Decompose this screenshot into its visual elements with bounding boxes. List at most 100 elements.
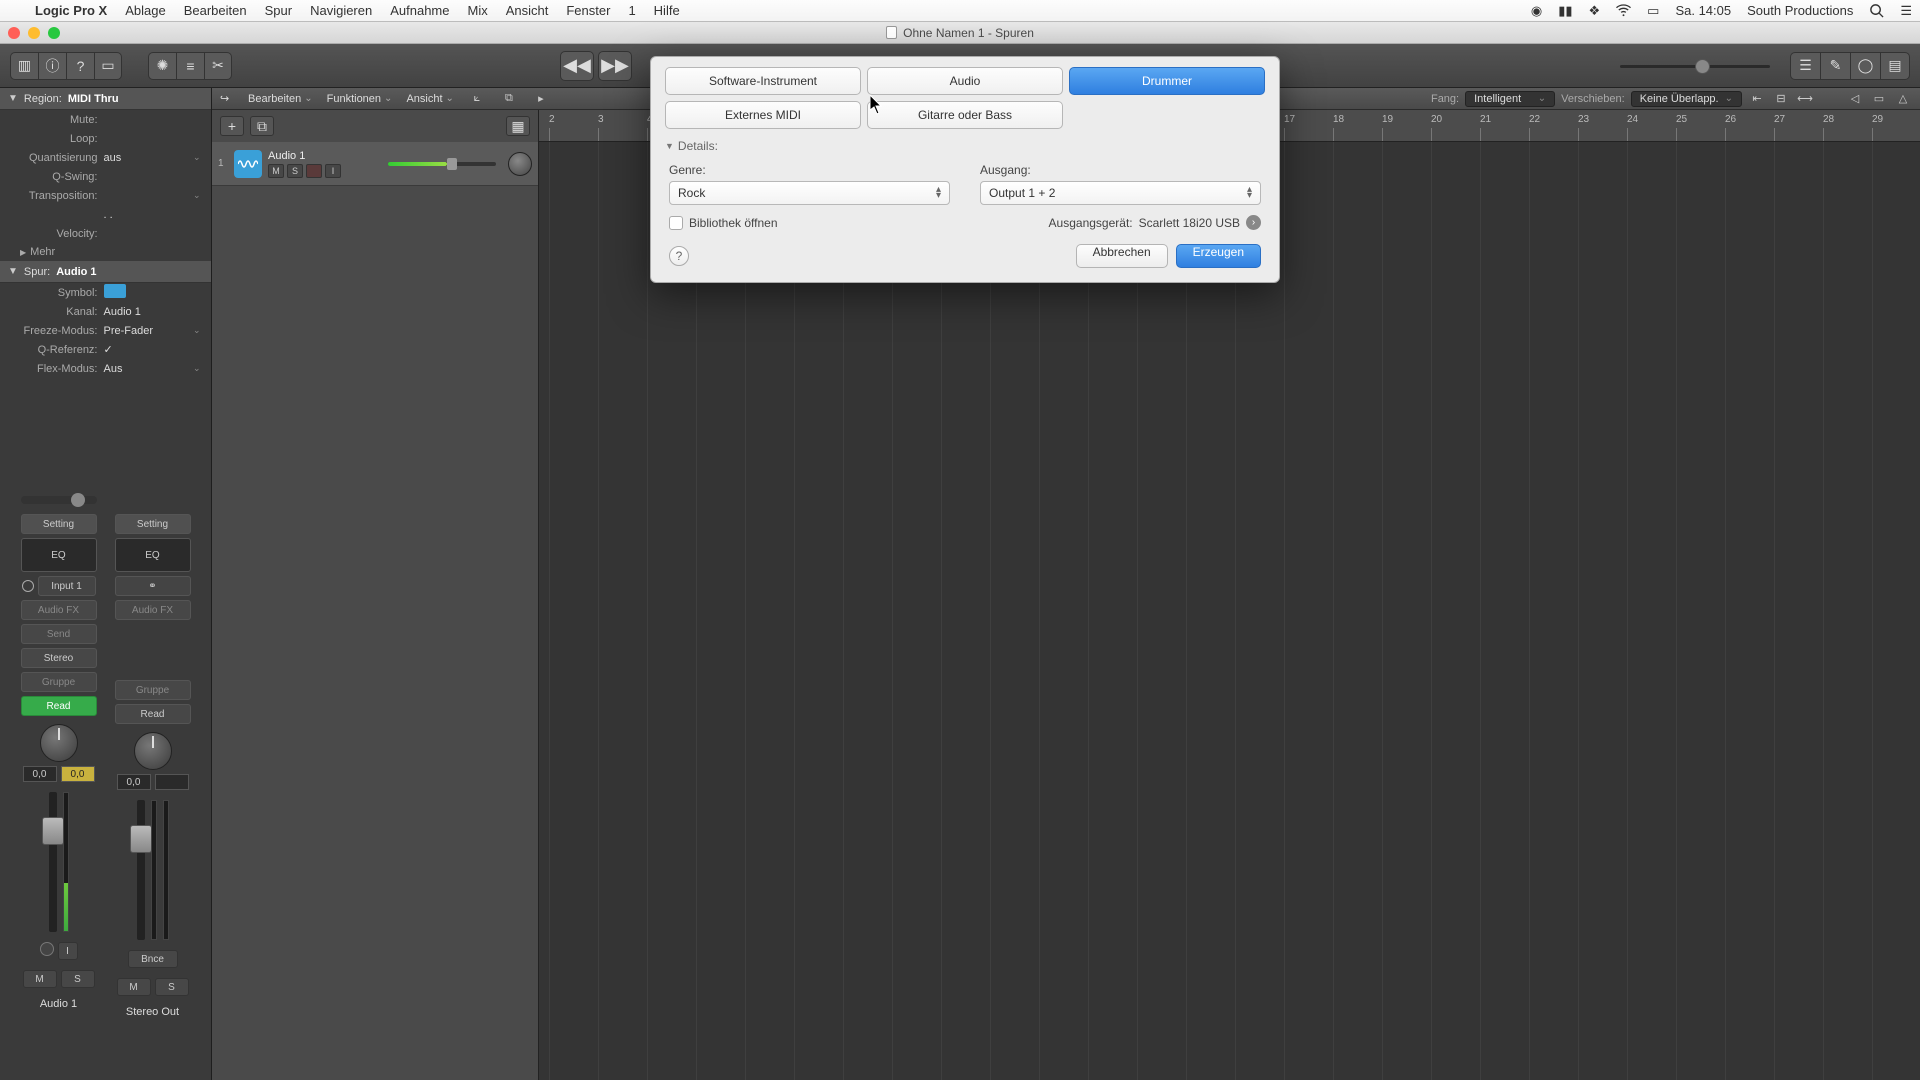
solo-button[interactable]: S [61, 970, 95, 988]
duplicate-track-button[interactable]: ⧉ [250, 116, 274, 136]
balance-knob[interactable] [134, 732, 172, 770]
output-select[interactable]: Output 1 + 2▴▾ [980, 181, 1261, 205]
menu-fenster[interactable]: Fenster [557, 3, 619, 18]
tool-2-icon[interactable]: ⊟ [1772, 90, 1790, 108]
track-input-mon[interactable]: I [325, 164, 341, 178]
send-slot[interactable]: Send [21, 624, 97, 644]
gain-slider[interactable] [21, 496, 97, 504]
create-button[interactable]: Erzeugen [1176, 244, 1261, 268]
menu-hilfe[interactable]: Hilfe [645, 3, 689, 18]
param-qref[interactable]: Q-Referenz:✓ [0, 340, 211, 359]
input-slot[interactable]: Input 1 [22, 576, 96, 596]
library-button[interactable]: ▥ [10, 52, 38, 80]
drag-mode-select[interactable]: Keine Überlapp. [1631, 91, 1742, 107]
status-wifi-icon[interactable] [1608, 3, 1639, 18]
track-volume-slider[interactable] [388, 162, 496, 166]
param-more[interactable]: Mehr [0, 243, 211, 261]
add-track-button[interactable]: + [220, 116, 244, 136]
input-monitor[interactable]: I [58, 942, 78, 960]
rewind-button[interactable]: ◀◀ [560, 51, 594, 81]
status-clock[interactable]: Sa. 14:05 [1667, 3, 1739, 18]
tab-drummer[interactable]: Drummer [1069, 67, 1265, 95]
forward-button[interactable]: ▶▶ [598, 51, 632, 81]
track-row-1[interactable]: 1 Audio 1 M S I [212, 142, 538, 186]
menu-navigieren[interactable]: Navigieren [301, 3, 381, 18]
track-name[interactable]: Audio 1 [268, 150, 376, 162]
output-slot[interactable]: Stereo [21, 648, 97, 668]
track-record[interactable] [306, 164, 322, 178]
status-dropbox-icon[interactable]: ❖ [1581, 3, 1609, 19]
app-name[interactable]: Logic Pro X [26, 3, 116, 18]
genre-select[interactable]: Rock▴▾ [669, 181, 950, 205]
loops-button[interactable]: ◯ [1850, 52, 1880, 80]
edit-menu[interactable]: Bearbeiten [248, 93, 313, 105]
menu-ablage[interactable]: Ablage [116, 3, 174, 18]
status-recording-icon[interactable]: ◉ [1523, 3, 1550, 19]
smart-controls-button[interactable]: ✺ [148, 52, 176, 80]
param-loop[interactable]: Loop: [0, 129, 211, 148]
region-header[interactable]: ▼ Region: MIDI Thru [0, 88, 211, 110]
view-menu[interactable]: Ansicht [406, 93, 453, 105]
tool-1-icon[interactable]: ⇤ [1748, 90, 1766, 108]
solo-button[interactable]: S [155, 978, 189, 996]
param-transpose[interactable]: Transposition:⌄ [0, 186, 211, 205]
group-slot[interactable]: Gruppe [21, 672, 97, 692]
toolbar-button[interactable]: ▭ [94, 52, 122, 80]
global-tracks-button[interactable]: ▦ [506, 116, 530, 136]
eq-slot[interactable]: EQ [21, 538, 97, 572]
menu-screenset-1[interactable]: 1 [619, 3, 644, 18]
browser-button[interactable]: ▤ [1880, 52, 1910, 80]
list-editors-button[interactable]: ☰ [1790, 52, 1820, 80]
setting-slot[interactable]: Setting [21, 514, 97, 534]
snap-select[interactable]: Intelligent [1465, 91, 1555, 107]
tab-external-midi[interactable]: Externes MIDI [665, 101, 861, 129]
zoom-icon[interactable]: ▭ [1870, 90, 1888, 108]
help-button[interactable]: ? [669, 246, 689, 266]
track-pan-knob[interactable] [508, 152, 532, 176]
tab-audio[interactable]: Audio [867, 67, 1063, 95]
param-velocity[interactable]: Velocity: [0, 224, 211, 243]
bounce-button[interactable]: Bnce [128, 950, 178, 968]
track-solo[interactable]: S [287, 164, 303, 178]
quickhelp-button[interactable]: ? [66, 52, 94, 80]
mute-button[interactable]: M [23, 970, 57, 988]
pan-knob[interactable] [40, 724, 78, 762]
track-icon[interactable] [234, 150, 262, 178]
cancel-button[interactable]: Abbrechen [1076, 244, 1168, 268]
menu-aufnahme[interactable]: Aufnahme [381, 3, 458, 18]
pointer-tool-icon[interactable]: ▸ [532, 90, 550, 108]
audiofx-slot[interactable]: Audio FX [115, 600, 191, 620]
param-symbol[interactable]: Symbol: [0, 283, 211, 302]
mute-button[interactable]: M [117, 978, 151, 996]
status-user[interactable]: South Productions [1739, 3, 1861, 18]
param-flex[interactable]: Flex-Modus:Aus⌄ [0, 359, 211, 378]
status-notifications-icon[interactable]: ☰ [1892, 3, 1920, 19]
zoom-h-icon[interactable]: ◁ [1846, 90, 1864, 108]
master-volume-slider[interactable] [1620, 55, 1770, 77]
automation-mode[interactable]: Read [21, 696, 97, 716]
param-quantize[interactable]: Quantisierungaus⌄ [0, 148, 211, 167]
status-display-icon[interactable]: ▭ [1639, 3, 1667, 19]
details-disclosure[interactable]: Details: [651, 135, 1279, 157]
info-icon[interactable]: › [1246, 215, 1261, 230]
automation-mode[interactable]: Read [115, 704, 191, 724]
editors-button[interactable]: ✂ [204, 52, 232, 80]
tab-guitar-bass[interactable]: Gitarre oder Bass [867, 101, 1063, 129]
menu-mix[interactable]: Mix [459, 3, 497, 18]
status-spotlight-icon[interactable] [1861, 3, 1892, 18]
record-enable[interactable] [40, 942, 54, 956]
fader[interactable] [21, 792, 97, 932]
zoom-v-icon[interactable]: △ [1894, 90, 1912, 108]
eq-slot[interactable]: EQ [115, 538, 191, 572]
mixer-button[interactable]: ≡ [176, 52, 204, 80]
pan-value-r[interactable]: 0,0 [61, 766, 95, 782]
flex-toggle-icon[interactable]: ⧉ [500, 90, 518, 108]
tab-software-instrument[interactable]: Software-Instrument [665, 67, 861, 95]
setting-slot[interactable]: Setting [115, 514, 191, 534]
functions-menu[interactable]: Funktionen [327, 93, 393, 105]
audiofx-slot[interactable]: Audio FX [21, 600, 97, 620]
window-close-button[interactable] [8, 27, 20, 39]
track-mute[interactable]: M [268, 164, 284, 178]
menu-bearbeiten[interactable]: Bearbeiten [175, 3, 256, 18]
pan-value-l[interactable]: 0,0 [23, 766, 57, 782]
